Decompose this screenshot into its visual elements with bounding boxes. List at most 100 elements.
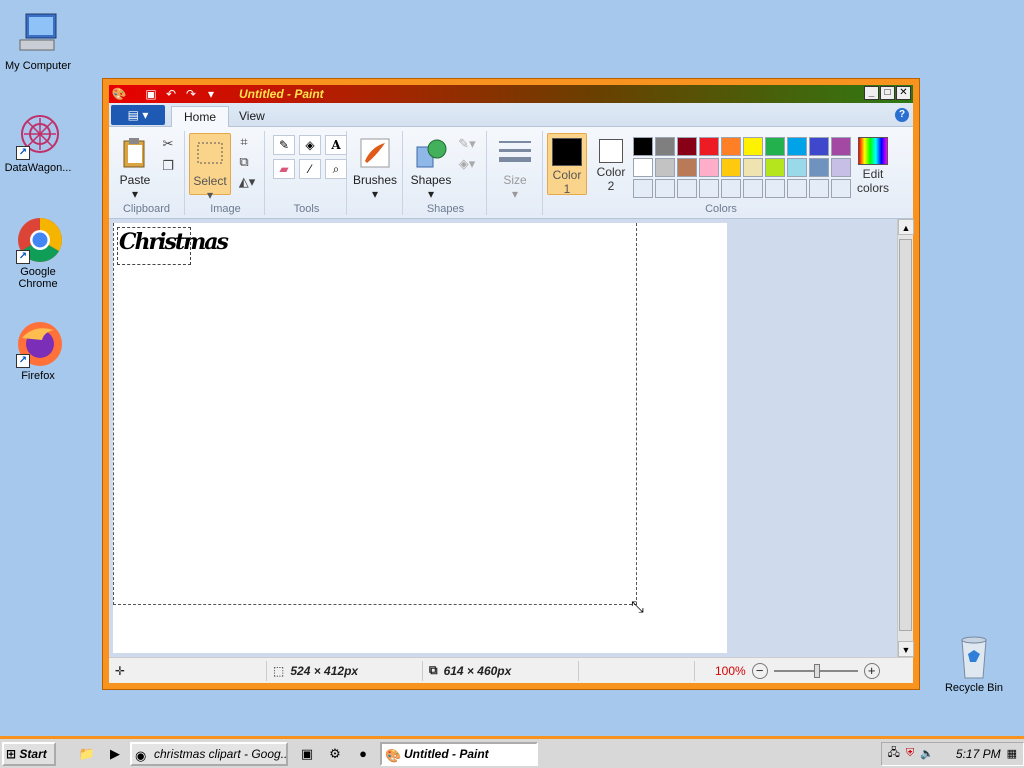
palette-swatch[interactable] bbox=[743, 137, 763, 156]
tab-home[interactable]: Home bbox=[171, 106, 230, 127]
group-tools: ✎ ◈ A ▰ ⁄ ⌕ Tools bbox=[267, 131, 347, 215]
desktop-icon-recycle-bin[interactable]: Recycle Bin bbox=[936, 632, 1012, 694]
save-icon[interactable]: ▣ bbox=[143, 86, 159, 102]
minimize-button[interactable]: _ bbox=[864, 86, 879, 100]
resize-icon[interactable]: ⧉ bbox=[235, 153, 253, 171]
scroll-up-icon[interactable]: ▲ bbox=[898, 219, 914, 235]
palette-swatch[interactable] bbox=[721, 158, 741, 177]
palette-swatch[interactable] bbox=[655, 179, 675, 198]
help-icon[interactable]: ? bbox=[895, 108, 909, 122]
paint-app-icon[interactable]: 🎨 bbox=[111, 86, 127, 102]
zoom-slider-thumb[interactable] bbox=[813, 663, 820, 678]
palette-swatch[interactable] bbox=[721, 137, 741, 156]
palette-swatch[interactable] bbox=[765, 158, 785, 177]
desktop-icon-datawagon[interactable]: ↗ DataWagon... bbox=[0, 112, 76, 174]
vertical-scrollbar[interactable]: ▲ ▼ bbox=[897, 219, 914, 657]
select-rect-icon bbox=[194, 138, 226, 170]
security-icon[interactable]: ⛨ bbox=[906, 747, 914, 760]
scroll-thumb[interactable] bbox=[899, 239, 912, 631]
canvas-size: ⧉ 614 × 460px bbox=[423, 660, 579, 681]
zoom-out-button[interactable]: − bbox=[751, 662, 768, 679]
taskbar-item-paint[interactable]: 🎨 Untitled - Paint bbox=[380, 741, 538, 766]
desktop-icon-chrome[interactable]: ↗ Google Chrome bbox=[0, 216, 76, 290]
zoom-in-button[interactable]: + bbox=[863, 662, 880, 679]
fill-icon[interactable]: ◈ bbox=[299, 135, 321, 155]
explorer-quicklaunch-icon[interactable]: 📁 bbox=[76, 743, 98, 765]
copy-icon[interactable]: ❐ bbox=[159, 157, 177, 175]
palette-swatch[interactable] bbox=[655, 158, 675, 177]
palette-swatch[interactable] bbox=[787, 158, 807, 177]
palette-swatch[interactable] bbox=[787, 137, 807, 156]
shapes-button[interactable]: Shapes ▾ bbox=[409, 133, 453, 201]
palette-swatch[interactable] bbox=[699, 158, 719, 177]
palette-swatch[interactable] bbox=[765, 137, 785, 156]
eraser-icon[interactable]: ▰ bbox=[273, 159, 295, 179]
palette-swatch[interactable] bbox=[831, 137, 851, 156]
media-player-quicklaunch-icon[interactable]: ▶ bbox=[104, 743, 126, 765]
file-size-cell bbox=[579, 660, 695, 681]
shape-fill-icon[interactable]: ◈▾ bbox=[455, 155, 479, 173]
size-button[interactable]: Size ▾ bbox=[493, 133, 537, 201]
palette-swatch[interactable] bbox=[655, 137, 675, 156]
quicklaunch-icon-2[interactable]: ⚙ bbox=[324, 743, 346, 765]
palette-swatch[interactable] bbox=[809, 158, 829, 177]
color2-button[interactable]: Color 2 bbox=[591, 133, 631, 195]
color-picker-icon[interactable]: ⁄ bbox=[299, 159, 321, 179]
cut-icon[interactable]: ✂ bbox=[159, 135, 177, 153]
palette-swatch[interactable] bbox=[809, 137, 829, 156]
customize-qat-icon[interactable]: ▾ bbox=[203, 86, 219, 102]
palette-swatch[interactable] bbox=[699, 137, 719, 156]
paste-button[interactable]: Paste ▾ bbox=[113, 133, 157, 201]
tab-view[interactable]: View bbox=[227, 106, 277, 127]
network-icon[interactable]: 🖧 bbox=[888, 744, 900, 763]
start-button[interactable]: ⊞ Start bbox=[2, 741, 56, 766]
palette-swatch[interactable] bbox=[809, 179, 829, 198]
canvas-size-icon: ⧉ bbox=[429, 663, 438, 677]
palette-swatch[interactable] bbox=[765, 179, 785, 198]
outline-icon[interactable]: ✎▾ bbox=[455, 135, 479, 153]
desktop-icon-firefox[interactable]: ↗ Firefox bbox=[0, 320, 76, 382]
palette-swatch[interactable] bbox=[633, 158, 653, 177]
volume-icon[interactable]: 🔈 bbox=[920, 747, 934, 760]
palette-swatch[interactable] bbox=[633, 179, 653, 198]
color1-button[interactable]: Color 1 bbox=[547, 133, 587, 196]
quicklaunch-icon-1[interactable]: ▣ bbox=[296, 743, 318, 765]
palette-swatch[interactable] bbox=[787, 179, 807, 198]
palette-swatch[interactable] bbox=[633, 137, 653, 156]
palette-swatch[interactable] bbox=[721, 179, 741, 198]
selection-size: ⬚ 524 × 412px bbox=[267, 660, 423, 681]
palette-swatch[interactable] bbox=[831, 179, 851, 198]
undo-icon[interactable]: ↶ bbox=[163, 86, 179, 102]
palette-swatch[interactable] bbox=[677, 137, 697, 156]
firefox-quicklaunch-icon[interactable]: ● bbox=[352, 743, 374, 765]
palette-swatch[interactable] bbox=[743, 179, 763, 198]
maximize-button[interactable]: □ bbox=[880, 86, 895, 100]
title-bar[interactable]: 🎨 ▣ ↶ ↷ ▾ Untitled - Paint _ □ ✕ bbox=[109, 85, 913, 103]
crop-icon[interactable]: ⌗ bbox=[235, 133, 253, 151]
shortcut-arrow-icon: ↗ bbox=[16, 250, 30, 264]
palette-swatch[interactable] bbox=[677, 158, 697, 177]
zoom-slider[interactable] bbox=[773, 663, 858, 678]
clock[interactable]: 5:17 PM bbox=[956, 747, 1001, 761]
rotate-icon[interactable]: ◭▾ bbox=[235, 173, 259, 191]
edit-colors-button[interactable]: Edit colors bbox=[851, 133, 895, 195]
pencil-icon[interactable]: ✎ bbox=[273, 135, 295, 155]
palette-swatch[interactable] bbox=[831, 158, 851, 177]
palette-swatch[interactable] bbox=[743, 158, 763, 177]
group-label: Colors bbox=[705, 203, 737, 215]
palette-swatch[interactable] bbox=[699, 179, 719, 198]
brushes-button[interactable]: Brushes ▾ bbox=[353, 133, 397, 201]
show-desktop-icon[interactable]: ▦ bbox=[1007, 747, 1017, 760]
desktop-icon-label: DataWagon... bbox=[4, 162, 72, 174]
palette-swatch[interactable] bbox=[677, 179, 697, 198]
magnifier-icon[interactable]: ⌕ bbox=[325, 159, 347, 179]
file-menu-button[interactable]: ▤ ▾ bbox=[111, 105, 165, 125]
taskbar-item-chrome[interactable]: ◉ christmas clipart - Goog... bbox=[130, 741, 288, 766]
select-button[interactable]: Select ▾ bbox=[189, 133, 231, 202]
text-icon[interactable]: A bbox=[325, 135, 347, 155]
redo-icon[interactable]: ↷ bbox=[183, 86, 199, 102]
close-button[interactable]: ✕ bbox=[896, 86, 911, 100]
scroll-down-icon[interactable]: ▼ bbox=[898, 641, 914, 657]
desktop-icon-my-computer[interactable]: My Computer bbox=[0, 10, 76, 72]
group-shapes: Shapes ▾ ✎▾ ◈▾ Shapes bbox=[405, 131, 487, 215]
